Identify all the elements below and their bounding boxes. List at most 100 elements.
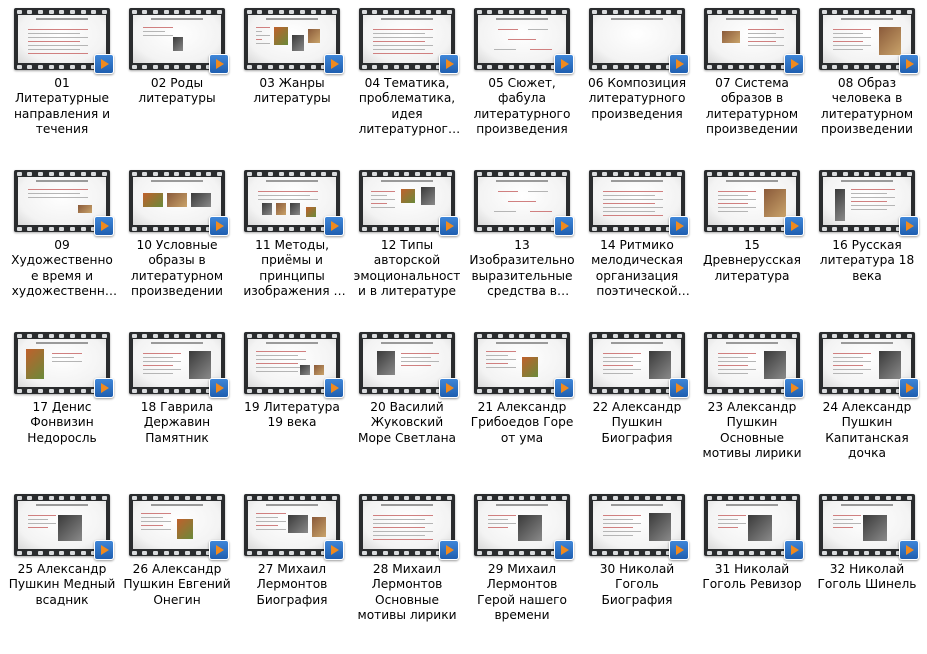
slide-title-bar [611, 504, 663, 506]
sprocket-hole [300, 64, 306, 69]
sprocket-hole [174, 226, 180, 231]
file-name-label: 04 Тематика, проблематика, идея литерату… [358, 76, 456, 137]
video-thumbnail [474, 170, 574, 236]
sprocket-hole [885, 495, 891, 500]
sprocket-hole [853, 9, 859, 14]
sprocket-hole [853, 226, 859, 231]
video-file-item[interactable]: 02 Роды литературы [123, 8, 231, 168]
video-file-item[interactable]: 09 Художественное время и художественное… [8, 170, 116, 330]
play-badge-icon [439, 540, 459, 560]
play-badge-icon [209, 216, 229, 236]
sprocket-hole [80, 226, 86, 231]
sprocket-hole [289, 495, 295, 500]
play-badge-icon [784, 378, 804, 398]
video-file-item[interactable]: 03 Жанры литературы [238, 8, 346, 168]
sprocket-hole [885, 226, 891, 231]
video-file-item[interactable]: 15 Древнерусская литература [698, 170, 806, 330]
sprocket-hole [257, 171, 263, 176]
video-file-item[interactable]: 24 Александр Пушкин Капитанская дочка [813, 332, 921, 492]
sprocket-hole [174, 171, 180, 176]
slide-line [256, 513, 286, 514]
sprocket-hole [645, 333, 651, 338]
sprocket-hole [70, 64, 76, 69]
slide-line [143, 31, 165, 32]
video-file-item[interactable]: 26 Александр Пушкин Евгений Онегин [123, 494, 231, 654]
video-file-item[interactable]: 32 Николай Гоголь Шинель [813, 494, 921, 654]
sprocket-hole [476, 495, 482, 500]
sprocket-hole [623, 333, 629, 338]
video-file-item[interactable]: 04 Тематика, проблематика, идея литерату… [353, 8, 461, 168]
slide-line [498, 29, 518, 30]
video-thumbnail [129, 332, 229, 398]
sprocket-hole [907, 171, 913, 176]
file-name-label: 01 Литературные направления и течения [13, 76, 111, 137]
sprocket-hole [717, 495, 723, 500]
video-thumbnail [704, 494, 804, 560]
slide-line [603, 195, 655, 196]
slide-line [603, 191, 663, 192]
sprocket-hole [361, 333, 367, 338]
sprocket-hole [706, 333, 712, 338]
slide-line [373, 523, 433, 524]
sprocket-hole [781, 171, 787, 176]
video-file-item[interactable]: 11 Методы, приёмы и принципы изображения… [238, 170, 346, 330]
video-file-item[interactable]: 07 Система образов в литературном произв… [698, 8, 806, 168]
slide-line [401, 365, 431, 366]
video-file-item[interactable]: 28 Михаил Лермонтов Основные мотивы лири… [353, 494, 461, 654]
slide-image [78, 205, 92, 213]
video-file-item[interactable]: 06 Композиция литературного произведения [583, 8, 691, 168]
video-file-item[interactable]: 19 Литература 19 века [238, 332, 346, 492]
sprocket-hole [770, 550, 776, 555]
video-file-item[interactable]: 27 Михаил Лермонтов Биография [238, 494, 346, 654]
sprocket-hole [540, 495, 546, 500]
video-file-item[interactable]: 21 Александр Грибоедов Горе от ума [468, 332, 576, 492]
sprocket-hole [770, 333, 776, 338]
sprocket-hole [760, 495, 766, 500]
video-file-item[interactable]: 23 Александр Пушкин Основные мотивы лири… [698, 332, 806, 492]
sprocket-hole [821, 388, 827, 393]
sprocket-hole [393, 333, 399, 338]
video-file-item[interactable]: 13 Изобразительно выразительные средства… [468, 170, 576, 330]
sprocket-hole [257, 64, 263, 69]
sprocket-hole [38, 550, 44, 555]
video-file-item[interactable]: 20 Василий Жуковский Море Светлана [353, 332, 461, 492]
video-file-item[interactable]: 29 Михаил Лермонтов Герой нашего времени [468, 494, 576, 654]
film-strip-top [359, 494, 455, 501]
sprocket-hole [853, 64, 859, 69]
sprocket-hole [300, 495, 306, 500]
sprocket-hole [163, 333, 169, 338]
sprocket-hole [602, 495, 608, 500]
sprocket-hole [425, 550, 431, 555]
sprocket-hole [562, 171, 568, 176]
sprocket-hole [16, 333, 22, 338]
sprocket-hole [70, 9, 76, 14]
video-file-item[interactable]: 17 Денис Фонвизин Недоросль [8, 332, 116, 492]
sprocket-hole [80, 388, 86, 393]
sprocket-hole [393, 9, 399, 14]
sprocket-hole [91, 171, 97, 176]
video-file-item[interactable]: 05 Сюжет, фабула литературного произведе… [468, 8, 576, 168]
sprocket-hole [717, 226, 723, 231]
video-file-item[interactable]: 31 Николай Гоголь Ревизор [698, 494, 806, 654]
sprocket-hole [487, 226, 493, 231]
sprocket-hole [519, 9, 525, 14]
video-file-item[interactable]: 16 Русская литература 18 века [813, 170, 921, 330]
video-file-item[interactable]: 22 Александр Пушкин Биография [583, 332, 691, 492]
sprocket-hole [153, 226, 159, 231]
slide-image [276, 203, 286, 215]
sprocket-hole [613, 388, 619, 393]
slide-line [718, 195, 748, 196]
video-file-item[interactable]: 25 Александр Пушкин Медный всадник [8, 494, 116, 654]
film-strip-top [819, 170, 915, 177]
video-file-item[interactable]: 01 Литературные направления и течения [8, 8, 116, 168]
slide-line [256, 525, 278, 526]
slide-line [718, 353, 756, 354]
video-file-item[interactable]: 12 Типы авторской эмоциональности в лите… [353, 170, 461, 330]
slide-line [143, 373, 173, 374]
video-file-item[interactable]: 10 Условные образы в литературном произв… [123, 170, 231, 330]
video-file-item[interactable]: 18 Гаврила Державин Памятник [123, 332, 231, 492]
video-file-item[interactable]: 30 Николай Гоголь Биография [583, 494, 691, 654]
video-file-item[interactable]: 14 Ритмико мелодическая организация поэт… [583, 170, 691, 330]
film-strip-top [129, 8, 225, 15]
video-file-item[interactable]: 08 Образ человека в литературном произве… [813, 8, 921, 168]
